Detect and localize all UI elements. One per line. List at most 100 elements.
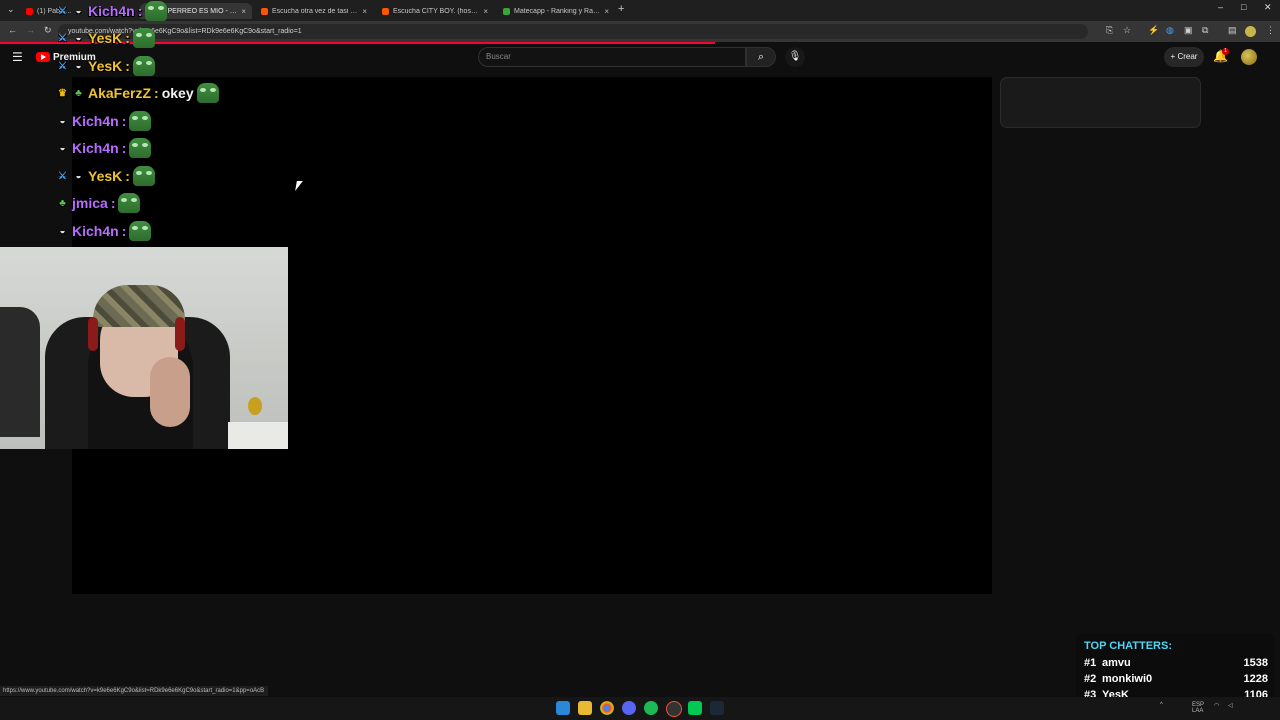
pepe-emote-icon	[132, 56, 155, 76]
chat-message: ◒ Kich4n:	[56, 220, 152, 242]
close-window-icon[interactable]: ✕	[1264, 2, 1272, 13]
pepe-emote-icon	[129, 111, 152, 131]
sword-badge-icon: ⚔	[58, 32, 67, 44]
pepe-emote-icon	[132, 28, 155, 48]
tab-close-icon[interactable]: ×	[483, 7, 488, 16]
menu-icon[interactable]: ☰	[12, 50, 23, 64]
webcam-feed	[0, 247, 288, 449]
create-button[interactable]: + Crear	[1164, 47, 1204, 67]
tab-favicon-icon	[261, 7, 268, 15]
sub-badge-icon: ♣	[59, 197, 66, 209]
chat-separator: :	[125, 30, 130, 46]
bowl-badge-icon: ◒	[59, 142, 66, 154]
chat-message: ⚔ ◒ YesK:	[56, 55, 155, 77]
chat-username: jmica	[72, 195, 108, 211]
bowl-badge-icon: ◒	[59, 115, 66, 127]
top-chatter-count: 1228	[1243, 673, 1268, 685]
chat-message: ◒ Kich4n:	[56, 137, 152, 159]
tab-favicon-icon	[503, 7, 510, 15]
chat-message-text: okey	[161, 85, 194, 101]
youtube-play-icon	[36, 52, 50, 62]
browser-menu-icon[interactable]: ⋮	[1266, 25, 1275, 36]
top-chatter-rank: #2	[1084, 673, 1097, 685]
browser-tab[interactable]: Matecapp - Ranking y Racha de...×	[497, 3, 615, 19]
webcam-desk	[228, 422, 288, 449]
browser-tab[interactable]: Escucha CITY BOY. (hosted by s...×	[376, 3, 494, 19]
search-button[interactable]: ⌕	[746, 47, 776, 67]
webcam-headphones-right	[175, 317, 185, 351]
chat-username: YesK	[88, 30, 123, 46]
file-explorer-icon[interactable]	[578, 701, 592, 715]
bookmark-star-icon[interactable]: ☆	[1123, 25, 1131, 36]
bowl-badge-icon: ◒	[75, 32, 82, 44]
volume-icon[interactable]: ◁	[1228, 702, 1233, 709]
extension-box-icon[interactable]: ▣	[1184, 25, 1193, 36]
top-chatter-name: amvu	[1102, 657, 1131, 669]
chat-message: ♛ ♣ AkaFerzZ: okey	[56, 82, 219, 104]
top-chatter-count: 1538	[1243, 657, 1268, 669]
chat-separator: :	[110, 195, 116, 211]
webcam-left-object	[0, 307, 40, 437]
forward-icon[interactable]: →	[26, 25, 35, 35]
new-tab-button[interactable]: +	[618, 3, 624, 15]
address-bar[interactable]: youtube.com/watch?v=k9e6e6KgC9o&list=RDk…	[58, 24, 1088, 39]
spotify-icon[interactable]	[644, 701, 658, 715]
webcam-desk-item	[248, 397, 262, 415]
chat-separator: :	[125, 168, 130, 184]
chat-separator: :	[154, 85, 159, 101]
extension-icon[interactable]: ⚡	[1148, 25, 1159, 36]
app-green-icon[interactable]	[688, 701, 702, 715]
chat-username: Kich4n	[72, 140, 119, 156]
chat-username: Kich4n	[88, 3, 135, 19]
tab-search-icon[interactable]: ⌄	[7, 4, 15, 15]
pepe-emote-icon	[196, 83, 219, 103]
chat-message: ⚔ ◒ Kich4n:	[56, 0, 168, 22]
tab-title: Escucha CITY BOY. (hosted by s...	[393, 7, 480, 15]
webcam-camo-cap	[93, 285, 185, 327]
steam-icon[interactable]	[710, 701, 724, 715]
tab-favicon-icon	[382, 7, 389, 15]
chat-username: Kich4n	[72, 223, 119, 239]
reload-icon[interactable]: ↻	[44, 25, 52, 36]
search-input[interactable]: Buscar	[478, 47, 746, 67]
wifi-icon[interactable]: ◠	[1214, 702, 1219, 709]
tab-close-icon[interactable]: ×	[241, 7, 246, 16]
discord-icon[interactable]	[622, 701, 636, 715]
top-chatter-name: monkiwi0	[1102, 673, 1153, 685]
profile-avatar-icon[interactable]	[1245, 26, 1256, 37]
app-circle-icon[interactable]	[666, 701, 682, 717]
search-icon: ⌕	[757, 51, 765, 63]
pepe-emote-icon	[145, 1, 168, 21]
back-icon[interactable]: ←	[8, 25, 17, 35]
side-panel-icon[interactable]: ▤	[1228, 25, 1237, 36]
windows-start-icon[interactable]	[556, 701, 570, 715]
webcam-person-hand	[150, 357, 190, 427]
chat-message: ⚔ ◒ YesK:	[56, 165, 155, 187]
chat-message: ⚔ ◒ YesK:	[56, 27, 155, 49]
pepe-emote-icon	[129, 138, 152, 158]
install-app-icon[interactable]: ⎘	[1106, 25, 1113, 36]
minimize-icon[interactable]: –	[1218, 2, 1223, 12]
browser-tab[interactable]: Escucha otra vez de tasi | Disfru... ×	[255, 3, 373, 19]
account-avatar[interactable]	[1241, 49, 1257, 65]
chat-username: YesK	[88, 58, 123, 74]
tray-language[interactable]: ESP LAA	[1192, 702, 1206, 714]
bowl-badge-icon: ◒	[75, 60, 82, 72]
chat-username: AkaFerzZ	[88, 85, 152, 101]
notification-count-badge: 1	[1222, 48, 1229, 55]
sidebar-placeholder-card	[1000, 77, 1201, 128]
chrome-icon[interactable]	[600, 701, 614, 715]
bowl-badge-icon: ◒	[75, 170, 82, 182]
tab-title: Matecapp - Ranking y Racha de...	[514, 7, 601, 15]
extensions-puzzle-icon[interactable]: ⧉	[1202, 25, 1208, 36]
tab-close-icon[interactable]: ×	[604, 7, 609, 16]
voice-search-button[interactable]: 🎙	[785, 47, 805, 67]
tab-title: (1) PERREO ES MIO - DJNIIRO...	[157, 7, 237, 15]
extension-audio-icon[interactable]: ◍	[1166, 25, 1174, 36]
tray-chevron-icon[interactable]: ^	[1160, 702, 1163, 708]
chat-separator: :	[137, 3, 143, 19]
tab-favicon-icon	[26, 7, 33, 15]
pepe-emote-icon	[129, 221, 152, 241]
tab-close-icon[interactable]: ×	[362, 7, 367, 16]
maximize-icon[interactable]: □	[1241, 2, 1246, 12]
